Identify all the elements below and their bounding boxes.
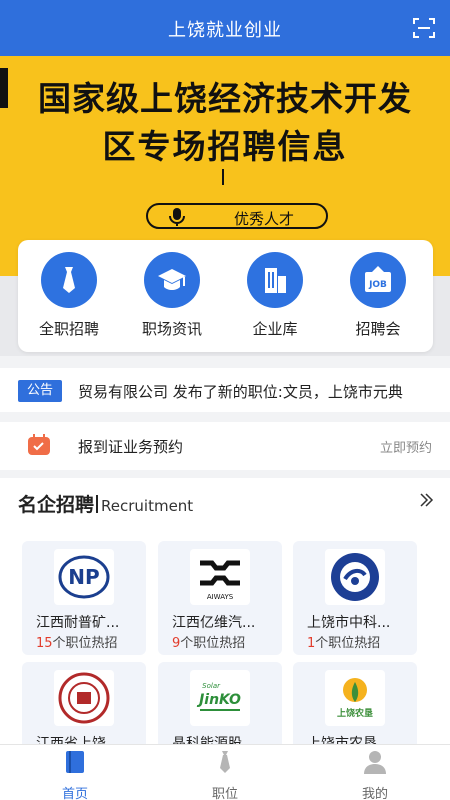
banner-headline-1: 国家级上饶经济技术开发 — [38, 79, 412, 118]
banner-headline-2: 区专场招聘信息 — [102, 127, 348, 166]
tab-profile[interactable]: 我的 — [330, 749, 420, 800]
company-name: 江西亿维汽... — [172, 615, 256, 631]
svg-text:NP: NP — [68, 565, 99, 589]
menu-fulltime-jobs[interactable]: 全职招聘 — [24, 252, 114, 339]
nongken-logo: 上饶农垦 — [325, 670, 385, 726]
svg-text:Solar: Solar — [202, 682, 221, 690]
quick-menu: 全职招聘 职场资讯 企业库 JOB 招聘会 — [18, 240, 433, 352]
company-jobs: 15个职位热招 — [36, 636, 118, 651]
aiways-logo: AIWAYS — [190, 549, 250, 605]
np-logo: NP — [54, 549, 114, 605]
user-icon — [364, 751, 386, 774]
svg-text:AIWAYS: AIWAYS — [207, 593, 234, 601]
tab-label: 我的 — [361, 787, 388, 800]
banner-search-pill: 优秀人才 — [146, 203, 328, 229]
appointment-row[interactable]: 报到证业务预约 立即预约 — [0, 422, 450, 470]
scan-icon[interactable] — [412, 16, 436, 40]
building-icon — [247, 252, 303, 308]
menu-career-news[interactable]: 职场资讯 — [127, 252, 217, 339]
svg-text:JOB: JOB — [368, 280, 387, 290]
banner-caret — [222, 169, 224, 185]
microphone-icon — [169, 208, 185, 226]
tab-home[interactable]: 首页 — [30, 749, 120, 800]
menu-label: 企业库 — [252, 320, 298, 338]
appointment-title: 报到证业务预约 — [78, 438, 184, 456]
job-board-icon: JOB — [350, 252, 406, 308]
bottom-tab-bar: 首页 职位 我的 — [0, 744, 450, 800]
menu-label: 招聘会 — [355, 320, 401, 338]
app-header: 上饶就业创业 — [0, 0, 450, 56]
tab-label: 首页 — [61, 787, 88, 800]
company-jobs: 1个职位热招 — [307, 636, 381, 651]
tab-label: 职位 — [211, 787, 238, 800]
notice-text: 贸易有限公司 发布了新的职位:文员，上饶市元典 — [78, 383, 403, 401]
banner-pill-text: 优秀人才 — [234, 210, 295, 228]
jinko-logo: Solar JinKO — [190, 670, 250, 726]
tie-icon — [220, 751, 230, 773]
school-seal-logo — [54, 670, 114, 726]
double-chevron-right-icon[interactable] — [418, 492, 434, 508]
menu-label: 职场资讯 — [141, 320, 202, 338]
company-card[interactable]: AIWAYS 江西亿维汽... 9个职位热招 — [158, 541, 282, 655]
company-card[interactable]: 上饶市中科... 1个职位热招 — [293, 541, 417, 655]
menu-job-fair[interactable]: JOB 招聘会 — [333, 252, 423, 339]
company-jobs: 9个职位热招 — [172, 636, 246, 651]
book-icon — [66, 751, 84, 773]
section-title-cn: 名企招聘 — [18, 494, 95, 516]
company-name: 江西耐普矿... — [36, 615, 120, 631]
notice-bar[interactable]: 公告 贸易有限公司 发布了新的职位:文员，上饶市元典 — [0, 368, 450, 412]
menu-label: 全职招聘 — [38, 320, 99, 338]
svg-text:上饶农垦: 上饶农垦 — [337, 707, 373, 719]
company-card[interactable]: NP 江西耐普矿... 15个职位热招 — [22, 541, 146, 655]
section-title: 名企招聘 Recruitment — [18, 490, 193, 517]
section-title-en: Recruitment — [101, 497, 194, 515]
menu-company-library[interactable]: 企业库 — [230, 252, 320, 339]
appointment-link[interactable]: 立即预约 — [380, 437, 432, 456]
app-title: 上饶就业创业 — [168, 20, 282, 41]
company-name: 上饶市中科... — [307, 615, 391, 631]
calendar-icon — [28, 434, 50, 455]
graduation-cap-icon — [144, 252, 200, 308]
svg-text:JinKO: JinKO — [196, 692, 241, 708]
tie-icon — [41, 252, 97, 308]
tab-jobs[interactable]: 职位 — [180, 749, 270, 800]
title-divider — [96, 495, 99, 513]
notice-tag: 公告 — [18, 380, 62, 402]
zhongke-logo — [325, 549, 385, 605]
